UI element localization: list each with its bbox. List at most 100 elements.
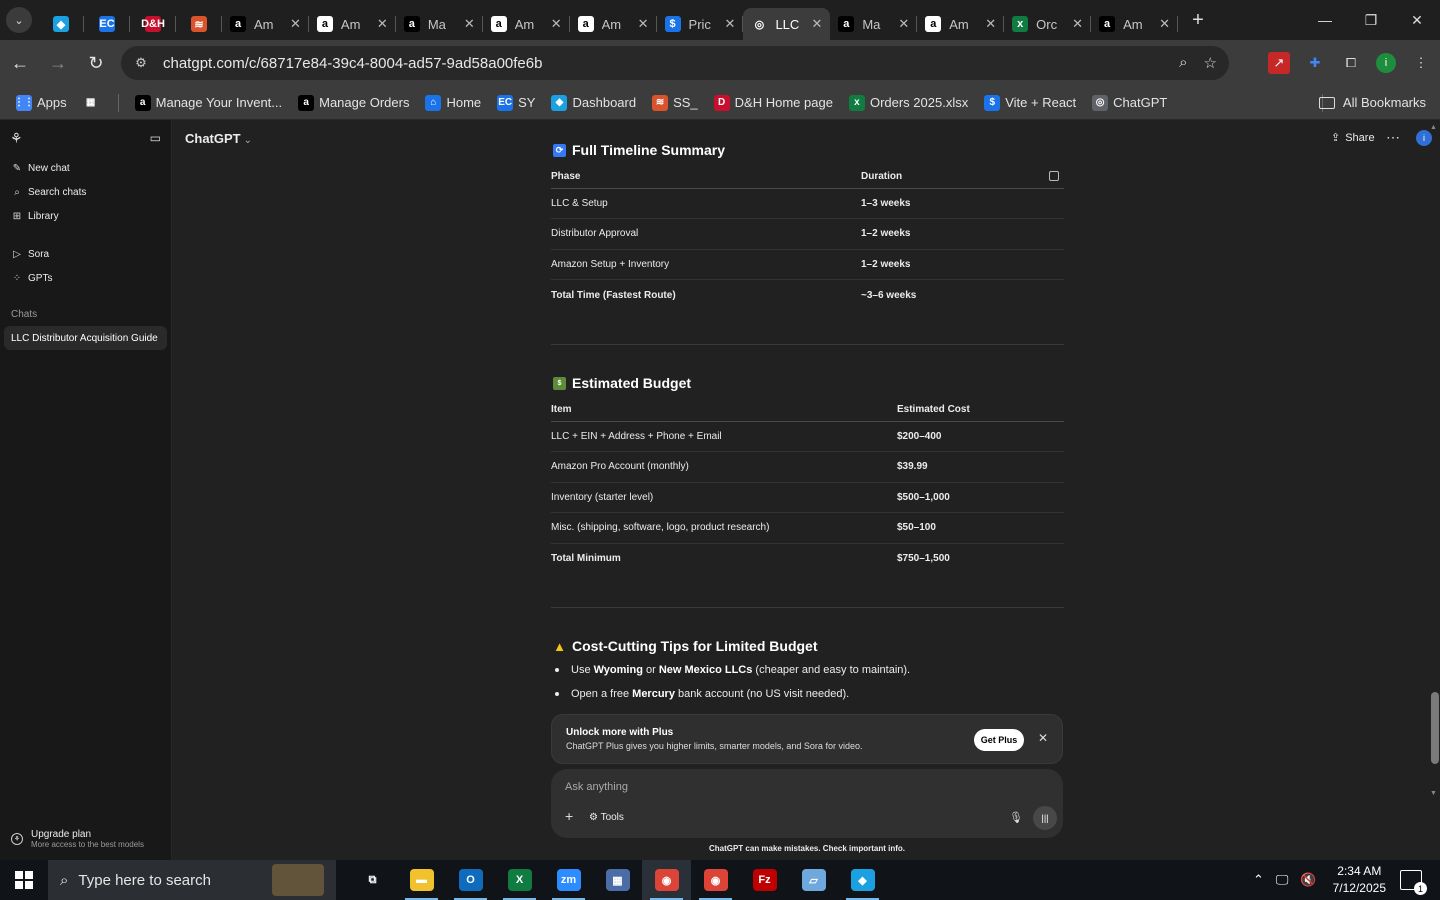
share-button[interactable]: ⇪ Share	[1331, 131, 1375, 145]
notification-center-icon[interactable]: 1	[1400, 870, 1427, 895]
address-bar[interactable]: ⚙ chatgpt.com/c/68717e84-39c4-8004-ad57-…	[121, 46, 1229, 80]
new-tab-button[interactable]: +	[1182, 4, 1214, 36]
close-tab-icon[interactable]: ✕	[898, 16, 909, 32]
voice-mode-button[interactable]: |||	[1033, 806, 1057, 830]
bookmark-item[interactable]: ⋮⋮ Apps	[14, 94, 67, 111]
browser-tab[interactable]: a Am ✕	[917, 8, 1005, 40]
scrollbar[interactable]: ▲ ▼	[1428, 120, 1440, 860]
bookmark-item[interactable]: $ Vite + React	[984, 94, 1076, 111]
taskbar-app-task-view[interactable]: ⧉	[348, 860, 397, 900]
close-tab-icon[interactable]: ✕	[1159, 16, 1170, 32]
taskbar-app-file-explorer[interactable]: ▬	[397, 860, 446, 900]
minimize-button[interactable]: —	[1302, 0, 1348, 40]
taskbar-app-chrome-profile[interactable]: ◉	[691, 860, 740, 900]
browser-tab[interactable]: a Am ✕	[222, 8, 309, 40]
forward-button[interactable]: →	[40, 45, 76, 81]
taskbar-app-chrome[interactable]: ◉	[642, 860, 691, 900]
url-text[interactable]: chatgpt.com/c/68717e84-39c4-8004-ad57-9a…	[163, 55, 542, 72]
site-info-icon[interactable]: ⚙	[127, 55, 155, 71]
volume-muted-icon[interactable]: 🔇	[1300, 872, 1316, 888]
bookmark-item[interactable]: ▦	[82, 94, 104, 111]
more-options-icon[interactable]: ⋯	[1386, 129, 1400, 146]
get-plus-button[interactable]: Get Plus	[974, 729, 1024, 751]
bookmark-item[interactable]: a Manage Orders	[298, 94, 409, 111]
close-sidebar-icon[interactable]: ▭	[150, 131, 161, 145]
tools-button[interactable]: ⚙ Tools	[589, 812, 624, 823]
taskbar-app-excel[interactable]: X	[495, 860, 544, 900]
browser-tab[interactable]: EC	[84, 8, 130, 40]
browser-tab[interactable]: a Am ✕	[570, 8, 657, 40]
scroll-up-icon[interactable]: ▲	[1430, 124, 1437, 131]
close-window-button[interactable]: ✕	[1394, 0, 1440, 40]
extension-blue-icon[interactable]: ✚	[1304, 52, 1326, 74]
browser-tab[interactable]: a Am ✕	[483, 8, 570, 40]
sidebar-item-search-chats[interactable]: ⌕ Search chats	[0, 180, 171, 204]
start-button[interactable]	[0, 860, 48, 900]
close-tab-icon[interactable]: ✕	[811, 16, 822, 32]
close-tab-icon[interactable]: ✕	[377, 16, 388, 32]
bookmark-item[interactable]: ◎ ChatGPT	[1092, 94, 1167, 111]
clock[interactable]: 2:34 AM 7/12/2025	[1333, 863, 1386, 897]
taskbar-app-filezilla[interactable]: Fz	[740, 860, 789, 900]
bookmark-item[interactable]: D D&H Home page	[713, 94, 833, 111]
close-tab-icon[interactable]: ✕	[985, 16, 996, 32]
microphone-icon[interactable]: 🎙	[1009, 811, 1023, 824]
browser-tab[interactable]: ◆	[38, 8, 84, 40]
profile-avatar[interactable]: i	[1376, 53, 1396, 73]
taskbar-search[interactable]: ⌕ Type here to search	[48, 860, 336, 900]
close-tab-icon[interactable]: ✕	[551, 16, 562, 32]
bookmark-item[interactable]: x Orders 2025.xlsx	[848, 94, 968, 111]
upgrade-plan-button[interactable]: ⚘ Upgrade plan More access to the best m…	[0, 824, 171, 854]
taskbar-app-app-diamond[interactable]: ◆	[838, 860, 887, 900]
tab-search-button[interactable]: ⌄	[0, 0, 38, 40]
sidebar-item-sora[interactable]: ▷ Sora	[0, 242, 171, 266]
sidebar-chat-item[interactable]: LLC Distributor Acquisition Guide	[4, 326, 167, 350]
browser-menu-icon[interactable]: ⋮	[1410, 52, 1432, 74]
browser-tab[interactable]: a Ma ✕	[396, 8, 483, 40]
extensions-puzzle-icon[interactable]: ⧠	[1340, 52, 1362, 74]
close-tab-icon[interactable]: ✕	[725, 16, 736, 32]
back-button[interactable]: ←	[2, 45, 38, 81]
close-icon[interactable]: ✕	[1038, 731, 1048, 745]
browser-tab[interactable]: ◎ LLC ✕	[743, 8, 831, 40]
browser-tab[interactable]: x Orc ✕	[1004, 8, 1091, 40]
message-composer[interactable]: Ask anything + ⚙ Tools 🎙 |||	[551, 769, 1063, 838]
sidebar-item-library[interactable]: ⊞ Library	[0, 204, 171, 228]
bookmark-item[interactable]: ≋ SS_	[652, 94, 698, 111]
taskbar-app-zoom[interactable]: zm	[544, 860, 593, 900]
close-tab-icon[interactable]: ✕	[464, 16, 475, 32]
scroll-down-icon[interactable]: ▼	[1430, 790, 1437, 797]
all-bookmarks-button[interactable]: All Bookmarks	[1318, 95, 1426, 110]
bookmark-item[interactable]: ⌂ Home	[425, 94, 481, 111]
browser-tab[interactable]: a Am ✕	[1091, 8, 1178, 40]
chevron-up-icon[interactable]: ⌃	[1253, 872, 1264, 888]
composer-input[interactable]: Ask anything	[565, 781, 628, 793]
browser-tab[interactable]: ≋	[176, 8, 222, 40]
openai-logo-icon[interactable]: ⚘	[10, 130, 23, 147]
browser-tab[interactable]: D&H	[130, 8, 176, 40]
extension-red-icon[interactable]: ↗	[1268, 52, 1290, 74]
reload-button[interactable]: ↻	[78, 45, 114, 81]
bookmark-star-icon[interactable]: ☆	[1204, 54, 1217, 72]
taskbar-app-notes[interactable]: ▱	[789, 860, 838, 900]
sidebar-item-gpts[interactable]: ⁘ GPTs	[0, 266, 171, 290]
close-tab-icon[interactable]: ✕	[1072, 16, 1083, 32]
browser-tab[interactable]: a Ma ✕	[830, 8, 918, 40]
sidebar-item-new-chat[interactable]: ✎ New chat	[0, 156, 171, 180]
taskbar-app-outlook[interactable]: O	[446, 860, 495, 900]
add-attachment-icon[interactable]: +	[565, 808, 573, 824]
zoom-icon[interactable]: ⌕	[1179, 54, 1187, 72]
bookmark-item[interactable]: EC SY	[497, 94, 535, 111]
sidebar-item-label: New chat	[28, 162, 70, 174]
scrollbar-thumb[interactable]	[1431, 692, 1439, 764]
bookmark-item[interactable]: ◆ Dashboard	[551, 94, 636, 111]
network-icon[interactable]: 🖵	[1276, 872, 1289, 888]
browser-tab[interactable]: $ Pric ✕	[657, 8, 744, 40]
restore-button[interactable]: ❐	[1348, 0, 1394, 40]
model-selector[interactable]: ChatGPT ⌄	[185, 131, 252, 146]
bookmark-item[interactable]: a Manage Your Invent...	[134, 94, 282, 111]
taskbar-app-calculator[interactable]: ▦	[593, 860, 642, 900]
close-tab-icon[interactable]: ✕	[638, 16, 649, 32]
close-tab-icon[interactable]: ✕	[290, 16, 301, 32]
browser-tab[interactable]: a Am ✕	[309, 8, 396, 40]
